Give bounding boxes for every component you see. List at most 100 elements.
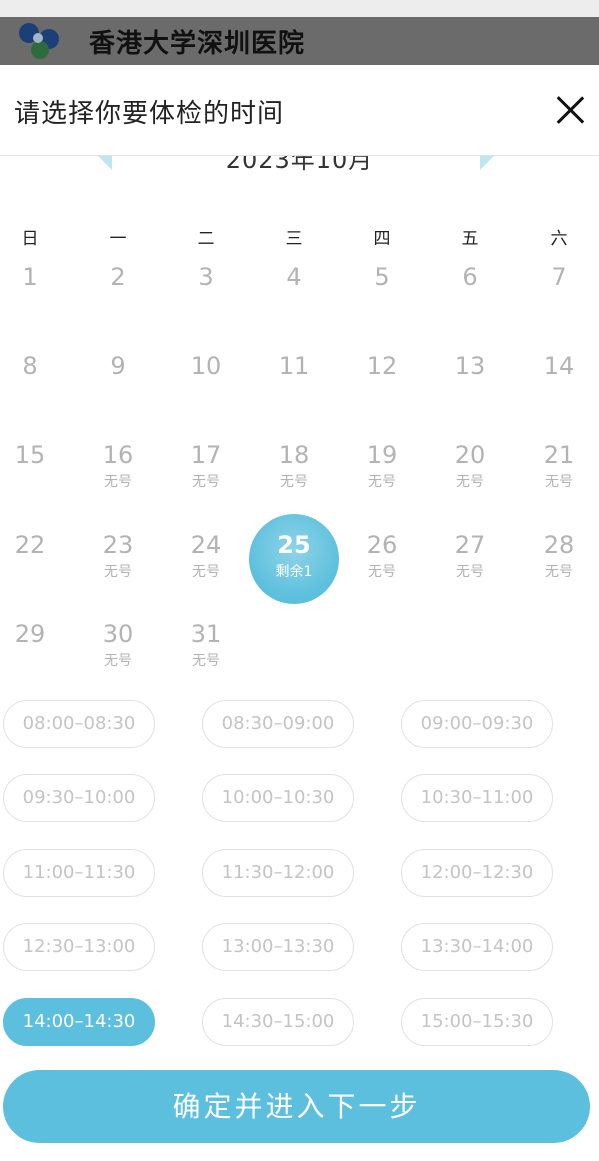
calendar-day[interactable]: 3	[166, 263, 246, 291]
day-number: 22	[14, 531, 46, 559]
day-number: 6	[462, 263, 478, 291]
time-slot[interactable]: 08:30–09:00	[202, 700, 354, 748]
day-number: 8	[22, 352, 38, 380]
calendar-day[interactable]: 26 无号	[342, 531, 422, 581]
weekday-label: 一	[109, 229, 127, 249]
calendar-day[interactable]: 18 无号	[254, 441, 334, 491]
day-availability-label: 无号	[368, 564, 396, 580]
calendar-day[interactable]: 9	[78, 352, 158, 380]
time-slot[interactable]: 09:00–09:30	[401, 700, 553, 748]
calendar-day[interactable]: 6	[430, 263, 510, 291]
day-number: 30	[102, 620, 134, 648]
day-number: 18	[278, 441, 310, 469]
time-slot[interactable]: 13:00–13:30	[202, 923, 354, 971]
day-number: 5	[374, 263, 390, 291]
calendar-day[interactable]: 21 无号	[519, 441, 599, 491]
calendar-day[interactable]: 23 无号	[78, 531, 158, 581]
day-availability-label: 无号	[280, 474, 308, 490]
status-bar	[0, 0, 599, 17]
weekday-label: 三	[285, 229, 303, 249]
day-availability-label: 无号	[192, 474, 220, 490]
calendar-day[interactable]: 27 无号	[430, 531, 510, 581]
day-number: 9	[110, 352, 126, 380]
day-number: 26	[366, 531, 398, 559]
calendar-day[interactable]: 14	[519, 352, 599, 380]
calendar-day[interactable]: 4	[254, 263, 334, 291]
day-number: 19	[366, 441, 398, 469]
calendar-day[interactable]: 15	[0, 441, 70, 469]
calendar-day[interactable]: 29	[0, 620, 70, 648]
time-slot[interactable]: 08:00–08:30	[3, 700, 155, 748]
day-availability-label: 无号	[456, 564, 484, 580]
day-availability-label: 剩余1	[275, 564, 313, 580]
day-availability-label: 无号	[104, 653, 132, 669]
day-number: 12	[366, 352, 398, 380]
weekday-label: 五	[461, 229, 479, 249]
time-slot[interactable]: 14:30–15:00	[202, 998, 354, 1046]
time-slot[interactable]: 12:00–12:30	[401, 849, 553, 897]
weekday-label: 二	[197, 229, 215, 249]
day-number: 25	[277, 531, 311, 559]
day-number: 17	[190, 441, 222, 469]
calendar-day[interactable]: 7	[519, 263, 599, 291]
time-slot[interactable]: 09:30–10:00	[3, 774, 155, 822]
day-availability-label: 无号	[545, 474, 573, 490]
weekday-label: 日	[21, 229, 39, 249]
calendar-day[interactable]: 24 无号	[166, 531, 246, 581]
day-number: 4	[286, 263, 302, 291]
day-number: 3	[198, 263, 214, 291]
calendar-day[interactable]: 28 无号	[519, 531, 599, 581]
close-icon[interactable]	[555, 95, 585, 125]
day-availability-label: 无号	[104, 564, 132, 580]
day-number: 1	[22, 263, 38, 291]
time-slot-selected[interactable]: 14:00–14:30	[3, 998, 155, 1046]
weekday-label: 四	[373, 229, 391, 249]
calendar-day[interactable]: 31 无号	[166, 620, 246, 670]
next-month-arrow-icon[interactable]	[480, 156, 494, 170]
time-slot[interactable]: 11:00–11:30	[3, 849, 155, 897]
calendar-day[interactable]: 19 无号	[342, 441, 422, 491]
time-slot[interactable]: 12:30–13:00	[3, 923, 155, 971]
calendar-day[interactable]: 1	[0, 263, 70, 291]
confirm-next-button[interactable]: 确定并进入下一步	[3, 1070, 590, 1143]
calendar-day[interactable]: 10	[166, 352, 246, 380]
time-slot[interactable]: 13:30–14:00	[401, 923, 553, 971]
calendar-day[interactable]: 20 无号	[430, 441, 510, 491]
calendar-day-selected[interactable]: 25 剩余1	[249, 514, 339, 604]
day-availability-label: 无号	[192, 653, 220, 669]
day-number: 29	[14, 620, 46, 648]
calendar-day[interactable]: 2	[78, 263, 158, 291]
calendar-day[interactable]: 16 无号	[78, 441, 158, 491]
day-number: 24	[190, 531, 222, 559]
day-availability-label: 无号	[368, 474, 396, 490]
day-number: 11	[278, 352, 310, 380]
calendar-day[interactable]: 12	[342, 352, 422, 380]
time-slot[interactable]: 15:00–15:30	[401, 998, 553, 1046]
day-number: 14	[543, 352, 575, 380]
weekday-header: 日 一 二 三 四 五 六	[0, 224, 599, 250]
calendar-day[interactable]: 30 无号	[78, 620, 158, 670]
day-availability-label: 无号	[104, 474, 132, 490]
calendar-day[interactable]: 13	[430, 352, 510, 380]
day-number: 20	[454, 441, 486, 469]
day-number: 2	[110, 263, 126, 291]
day-number: 28	[543, 531, 575, 559]
day-number: 21	[543, 441, 575, 469]
day-number: 7	[551, 263, 567, 291]
calendar-day[interactable]: 8	[0, 352, 70, 380]
day-availability-label: 无号	[456, 474, 484, 490]
app-header: 香港大学深圳医院	[0, 17, 599, 65]
time-slot[interactable]: 10:30–11:00	[401, 774, 553, 822]
day-number: 16	[102, 441, 134, 469]
day-number: 27	[454, 531, 486, 559]
calendar-day[interactable]: 11	[254, 352, 334, 380]
weekday-label: 六	[550, 229, 568, 249]
calendar-day[interactable]: 22	[0, 531, 70, 559]
calendar-day[interactable]: 17 无号	[166, 441, 246, 491]
time-slot[interactable]: 11:30–12:00	[202, 849, 354, 897]
day-availability-label: 无号	[192, 564, 220, 580]
calendar-day[interactable]: 5	[342, 263, 422, 291]
day-availability-label: 无号	[545, 564, 573, 580]
day-number: 23	[102, 531, 134, 559]
time-slot[interactable]: 10:00–10:30	[202, 774, 354, 822]
